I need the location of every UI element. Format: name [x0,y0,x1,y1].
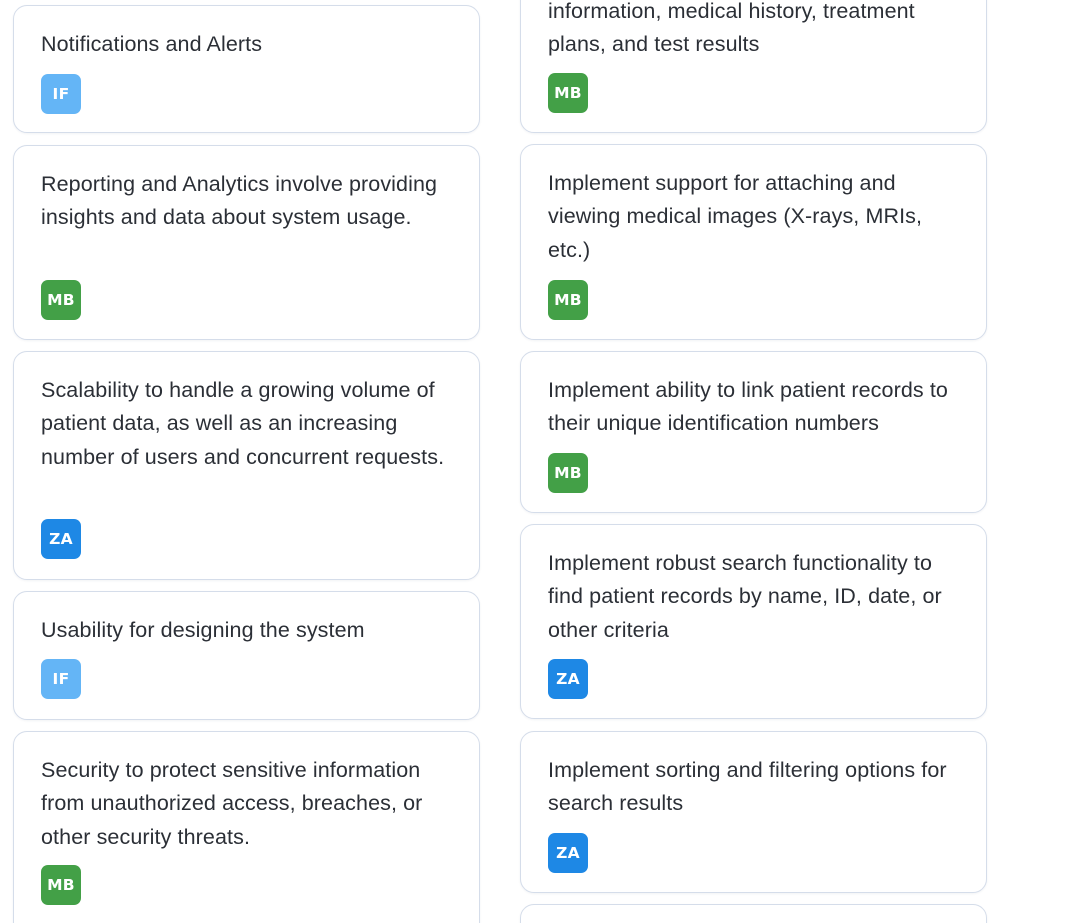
task-card[interactable]: Usability for designing the system IF [13,591,480,720]
assignee-avatar[interactable]: ZA [41,519,81,559]
task-card-text: Implement support for attaching and view… [548,171,923,262]
task-card[interactable]: information, medical history, treatment … [520,0,987,133]
task-card[interactable]: Notifications and Alerts IF [13,5,480,133]
assignee-avatar[interactable]: MB [41,865,81,905]
task-card-text: Implement ability to link patient record… [548,378,948,436]
task-card[interactable]: Scalability to handle a growing volume o… [13,351,480,580]
task-card[interactable]: Reporting and Analytics involve providin… [13,145,480,340]
task-card-text: Implement robust search functionality to… [548,551,942,642]
assignee-avatar[interactable]: MB [548,280,588,320]
task-card-text: Reporting and Analytics involve providin… [41,172,438,230]
kanban-board: Notifications and Alerts IF Reporting an… [0,0,1091,923]
task-card-text: Notifications and Alerts [41,32,263,56]
task-card-text: Usability for designing the system [41,618,365,642]
task-card-text: Security to protect sensitive informatio… [41,758,423,849]
assignee-avatar[interactable]: ZA [548,659,588,699]
task-card-text: Implement sorting and filtering options … [548,758,947,816]
task-card[interactable]: Implement support for attaching and view… [520,144,987,340]
task-card-text: Scalability to handle a growing volume o… [41,378,445,469]
task-card[interactable]: Implement sorting and filtering options … [520,731,987,893]
assignee-avatar[interactable]: MB [548,73,588,113]
assignee-avatar[interactable]: IF [41,659,81,699]
assignee-avatar[interactable]: MB [41,280,81,320]
task-card[interactable] [520,904,987,923]
assignee-avatar[interactable]: MB [548,453,588,493]
task-card[interactable]: Implement ability to link patient record… [520,351,987,513]
assignee-avatar[interactable]: IF [41,74,81,114]
assignee-avatar[interactable]: ZA [548,833,588,873]
task-card[interactable]: Security to protect sensitive informatio… [13,731,480,923]
task-card[interactable]: Implement robust search functionality to… [520,524,987,719]
task-card-text: information, medical history, treatment … [548,0,915,57]
